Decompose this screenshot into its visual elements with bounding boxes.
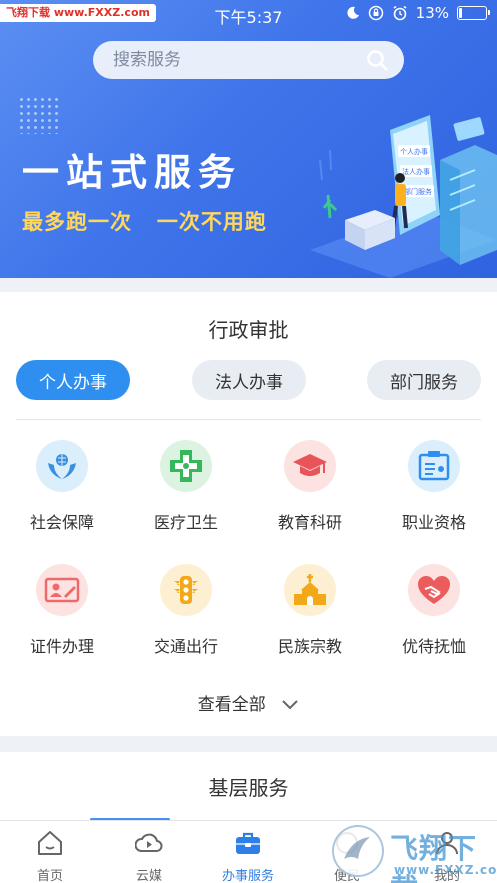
banner-card-label: 个人办事	[400, 147, 428, 156]
medical-cross-icon	[160, 440, 212, 492]
service-education[interactable]: 教育科研	[248, 440, 372, 540]
admin-approval-card: 行政审批 个人办事 法人办事 部门服务 社会保障 医疗卫生 教育科研 职业资格 …	[0, 292, 497, 736]
battery-percent: 13%	[415, 4, 449, 22]
heart-hand-icon	[408, 564, 460, 616]
search-bar[interactable]	[93, 41, 404, 79]
tab-legal-person[interactable]: 法人办事	[192, 360, 306, 400]
nav-cloud-media[interactable]: 云媒	[99, 821, 199, 883]
rotation-lock-icon	[368, 5, 383, 21]
service-label: 民族宗教	[277, 637, 342, 656]
moon-icon	[347, 6, 359, 19]
service-label: 优待抚恤	[401, 637, 466, 656]
service-label: 医疗卫生	[153, 513, 218, 532]
battery-icon	[457, 6, 490, 20]
nav-mine[interactable]: 我的	[397, 821, 497, 883]
banner-slogan: 最多跑一次 一次不用跑	[22, 210, 267, 234]
convenience-icon	[336, 832, 358, 854]
view-all-label: 查看全部	[197, 695, 266, 715]
view-all-button[interactable]: 查看全部	[0, 690, 497, 716]
nav-label: 首页	[36, 869, 63, 883]
search-icon[interactable]	[366, 49, 388, 71]
id-card-icon	[36, 564, 88, 616]
certificate-icon	[408, 440, 460, 492]
banner: 飞翔下载 www.FXXZ.com 下午5:37 13% 一站式服务 最多跑一次…	[0, 0, 497, 278]
nav-convenience[interactable]: 便民	[297, 821, 397, 883]
service-label: 教育科研	[277, 513, 342, 532]
tab-bar: 个人办事 法人办事 部门服务	[0, 360, 497, 400]
banner-card-label: 法人办事	[402, 167, 430, 176]
nav-label: 我的	[433, 869, 460, 883]
service-preferential[interactable]: 优待抚恤	[372, 564, 496, 664]
nav-label: 便民	[333, 869, 360, 883]
nav-label: 云媒	[135, 869, 162, 883]
bottom-nav: 首页 云媒 办事服务 便民 我的	[0, 820, 497, 883]
service-social-security[interactable]: 社会保障	[0, 440, 124, 540]
traffic-light-icon	[160, 564, 212, 616]
user-icon	[436, 832, 458, 855]
service-label: 证件办理	[29, 637, 94, 656]
social-security-icon	[36, 440, 88, 492]
status-icons: 13%	[346, 4, 490, 22]
service-medical[interactable]: 医疗卫生	[124, 440, 248, 540]
section-title: 基层服务	[208, 776, 289, 800]
alarm-icon	[393, 5, 407, 21]
service-label: 社会保障	[29, 513, 94, 532]
service-qualification[interactable]: 职业资格	[372, 440, 496, 540]
banner-illustration: 个人办事 法人办事 部门服务	[310, 115, 497, 278]
play-cloud-icon	[135, 833, 163, 852]
search-input[interactable]	[93, 41, 404, 79]
section-title: 行政审批	[208, 318, 289, 342]
service-id-documents[interactable]: 证件办理	[0, 564, 124, 664]
divider	[16, 419, 481, 420]
service-ethnic-religion[interactable]: 民族宗教	[248, 564, 372, 664]
graduation-cap-icon	[284, 440, 336, 492]
nav-label: 办事服务	[221, 869, 274, 883]
chevron-down-icon	[282, 700, 298, 710]
status-bar: 飞翔下载 www.FXXZ.com 下午5:37 13%	[0, 0, 497, 28]
banner-card-label: 部门服务	[404, 187, 432, 196]
grassroots-services-card: 基层服务	[0, 752, 497, 822]
decorative-dots	[18, 96, 62, 134]
banner-title: 一站式服务	[22, 151, 242, 194]
service-label: 交通出行	[153, 637, 218, 656]
service-label: 职业资格	[401, 513, 466, 532]
nav-services[interactable]: 办事服务	[198, 821, 298, 883]
nav-home[interactable]: 首页	[0, 821, 100, 883]
briefcase-icon	[236, 832, 260, 854]
tab-department[interactable]: 部门服务	[367, 360, 481, 400]
temple-icon	[284, 564, 336, 616]
home-icon	[38, 831, 62, 855]
service-traffic[interactable]: 交通出行	[124, 564, 248, 664]
tab-personal[interactable]: 个人办事	[16, 360, 130, 400]
